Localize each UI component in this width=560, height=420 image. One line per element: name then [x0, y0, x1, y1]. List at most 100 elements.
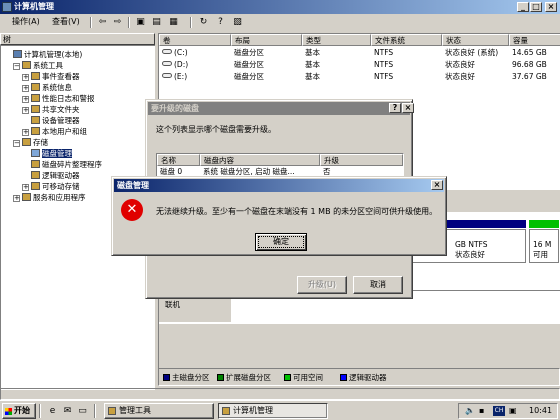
tree-item[interactable]: − 存储 — [13, 137, 48, 148]
ime-indicator[interactable]: CH — [493, 406, 505, 416]
tree-item[interactable]: 磁盘碎片整理程序 — [22, 159, 102, 170]
tree-node-icon — [31, 182, 40, 190]
tree-item-label: 逻辑驱动器 — [42, 171, 80, 180]
volume-volume: (C:) — [174, 48, 188, 57]
taskbar-button[interactable]: 管理工具 — [104, 403, 214, 419]
tree-expander-icon[interactable]: + — [22, 74, 29, 81]
legend-label: 可用空间 — [293, 373, 323, 382]
properties-icon[interactable]: ▦ — [167, 16, 180, 28]
export-icon[interactable]: ▧ — [231, 16, 244, 28]
minimize-button[interactable]: _ — [517, 2, 529, 12]
ok-button[interactable]: 确定 — [255, 233, 307, 251]
tree-expander-icon[interactable]: + — [22, 85, 29, 92]
volume-status: 状态良好 — [445, 72, 475, 81]
volume-layout: 磁盘分区 — [234, 72, 264, 81]
legend-label: 扩展磁盘分区 — [226, 373, 271, 382]
tree-item[interactable]: − 系统工具 — [13, 60, 63, 71]
tree-item[interactable]: 计算机管理(本地) — [4, 49, 82, 60]
cancel-button[interactable]: 取消 — [353, 276, 403, 294]
menu-action[interactable]: 操作(A) — [12, 16, 40, 28]
tree-expander-icon[interactable]: + — [22, 96, 29, 103]
tree-expander-icon[interactable]: + — [22, 129, 29, 136]
partition-fs: GB NTFS — [455, 240, 488, 249]
tree-expander-icon[interactable]: + — [22, 184, 29, 191]
help-icon[interactable]: ? — [389, 103, 401, 113]
tree-item-label: 磁盘管理 — [42, 149, 72, 158]
column-header-type[interactable]: 类型 — [302, 34, 371, 46]
clock[interactable]: 10:41 — [529, 404, 552, 418]
tree-item-label: 系统工具 — [33, 61, 63, 70]
tree-expander-icon[interactable]: + — [13, 195, 20, 202]
tree-item-label: 共享文件夹 — [42, 105, 80, 114]
show-tree-icon[interactable]: ▤ — [150, 16, 163, 28]
help-icon[interactable]: ? — [214, 16, 227, 28]
tree-expander-icon[interactable]: + — [22, 107, 29, 114]
error-dialog-title: 磁盘管理 — [117, 181, 149, 190]
tree-item[interactable]: + 本地用户和组 — [22, 126, 87, 137]
tree-item[interactable]: 磁盘管理 — [22, 148, 72, 159]
tree-item[interactable]: + 可移动存储 — [22, 181, 80, 192]
tree-item-label: 磁盘碎片整理程序 — [42, 160, 102, 169]
partition-status: 状态良好 — [455, 250, 485, 259]
outlook-icon[interactable]: ✉ — [61, 405, 74, 417]
system-tray: 🔈 ▪ CH ▣ 10:41 — [458, 403, 558, 419]
tree-item[interactable]: 设备管理器 — [22, 115, 80, 126]
menu-view[interactable]: 查看(V) — [52, 16, 80, 28]
legend-item: 逻辑驱动器 — [340, 373, 387, 383]
column-header-upgrade[interactable]: 升级 — [320, 154, 403, 166]
start-button[interactable]: 开始 — [2, 403, 36, 419]
ie-icon[interactable]: e — [46, 405, 59, 417]
column-header-name[interactable]: 名称 — [157, 154, 200, 166]
volume-row[interactable]: (D:) 磁盘分区 基本 NTFS 状态良好 96.68 GB — [159, 59, 559, 70]
volume-row[interactable]: (E:) 磁盘分区 基本 NTFS 状态良好 37.67 GB — [159, 71, 559, 82]
back-icon[interactable]: ⇦ — [96, 16, 109, 28]
maximize-button[interactable]: □ — [530, 2, 542, 12]
desktop-icon[interactable]: ▭ — [76, 405, 89, 417]
up-folder-icon[interactable]: ▣ — [134, 16, 147, 28]
tree-item[interactable]: + 事件查看器 — [22, 71, 80, 82]
close-button[interactable]: × — [545, 2, 557, 12]
window-titlebar: 计算机管理 _ □ × — [0, 0, 560, 14]
forward-icon[interactable]: ⇨ — [111, 16, 124, 28]
tree-pane-header: 树 — [0, 33, 155, 45]
legend-item: 主磁盘分区 — [163, 373, 210, 383]
refresh-icon[interactable]: ↻ — [197, 16, 210, 28]
legend-item: 扩展磁盘分区 — [217, 373, 271, 383]
volume-capacity: 14.65 GB — [512, 48, 547, 57]
tree-item[interactable]: + 性能日志和警报 — [22, 93, 95, 104]
column-header-layout[interactable]: 布局 — [231, 34, 302, 46]
tree-node-icon — [31, 160, 40, 168]
column-header-status[interactable]: 状态 — [442, 34, 509, 46]
volume-disk-icon — [162, 49, 172, 54]
volume-icon[interactable]: 🔈 — [465, 404, 475, 418]
legend-swatch — [340, 374, 347, 381]
legend-label: 主磁盘分区 — [172, 373, 210, 382]
tree-node-icon — [22, 61, 31, 69]
volume-row[interactable]: (C:) 磁盘分区 基本 NTFS 状态良好 (系统) 14.65 GB — [159, 47, 559, 58]
tree-item[interactable]: + 系统信息 — [22, 82, 72, 93]
tree-item[interactable]: + 服务和应用程序 — [13, 192, 86, 203]
tree-node-icon — [31, 94, 40, 102]
column-header-content[interactable]: 磁盘内容 — [200, 154, 320, 166]
volume-disk-icon — [162, 73, 172, 78]
tree-item[interactable]: 逻辑驱动器 — [22, 170, 80, 181]
close-icon[interactable]: × — [402, 103, 414, 113]
tree-node-icon — [31, 149, 40, 157]
printer-icon[interactable]: ▣ — [509, 404, 517, 418]
error-dialog-titlebar: 磁盘管理 × — [114, 179, 444, 192]
column-header-filesystem[interactable]: 文件系统 — [371, 34, 442, 46]
tree-expander-icon[interactable]: − — [13, 140, 20, 147]
column-header-capacity[interactable]: 容量 — [509, 34, 560, 46]
taskbar-button[interactable]: 计算机管理 — [218, 403, 328, 419]
upgrade-button[interactable]: 升级(U) — [297, 276, 347, 294]
close-icon[interactable]: × — [431, 180, 443, 190]
column-header-volume[interactable]: 卷 — [159, 34, 231, 46]
unallocated-block[interactable]: 16 M 可用 — [529, 229, 559, 263]
tree-expander-icon[interactable]: − — [13, 63, 20, 70]
network-icon[interactable]: ▪ — [479, 404, 484, 418]
legend-item: 可用空间 — [284, 373, 323, 383]
tree-item[interactable]: + 共享文件夹 — [22, 104, 80, 115]
tree-node-icon — [31, 72, 40, 80]
volume-filesystem: NTFS — [374, 48, 394, 57]
volume-cell: (E:) — [162, 71, 187, 82]
